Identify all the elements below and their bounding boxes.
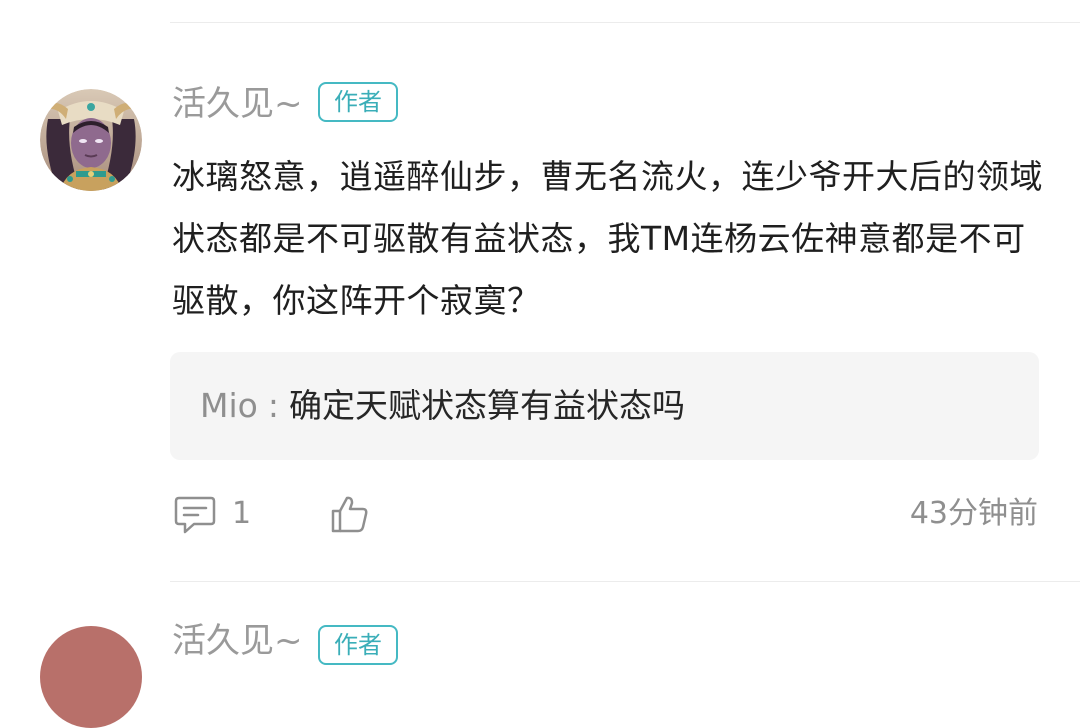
avatar[interactable] — [40, 89, 142, 191]
next-comment-author-badge: 作者 — [318, 625, 398, 665]
author-badge: 作者 — [318, 82, 398, 122]
timestamp: 43分钟前 — [909, 496, 1038, 531]
username[interactable]: 活久见~ — [172, 80, 303, 128]
comment-bubble-icon[interactable] — [174, 495, 216, 535]
next-comment-username[interactable]: 活久见~ — [172, 617, 303, 665]
comment-text: 冰璃怒意，逍遥醉仙步，曹无名流火，连少爷开大后的领域状态都是不可驱散有益状态，我… — [172, 157, 1043, 320]
avatar-image — [40, 89, 142, 191]
reply-author[interactable]: Mio — [200, 386, 258, 425]
next-comment-avatar[interactable] — [40, 626, 142, 728]
top-divider — [170, 22, 1080, 23]
comment-count: 1 — [232, 496, 252, 531]
reply-preview[interactable]: Mio: 确定天赋状态算有益状态吗 — [170, 352, 1039, 460]
thumbs-up-icon[interactable] — [330, 494, 370, 534]
reply-text: 确定天赋状态算有益状态吗 — [288, 386, 685, 425]
comment-divider — [170, 581, 1080, 582]
reply-separator: : — [267, 386, 279, 425]
